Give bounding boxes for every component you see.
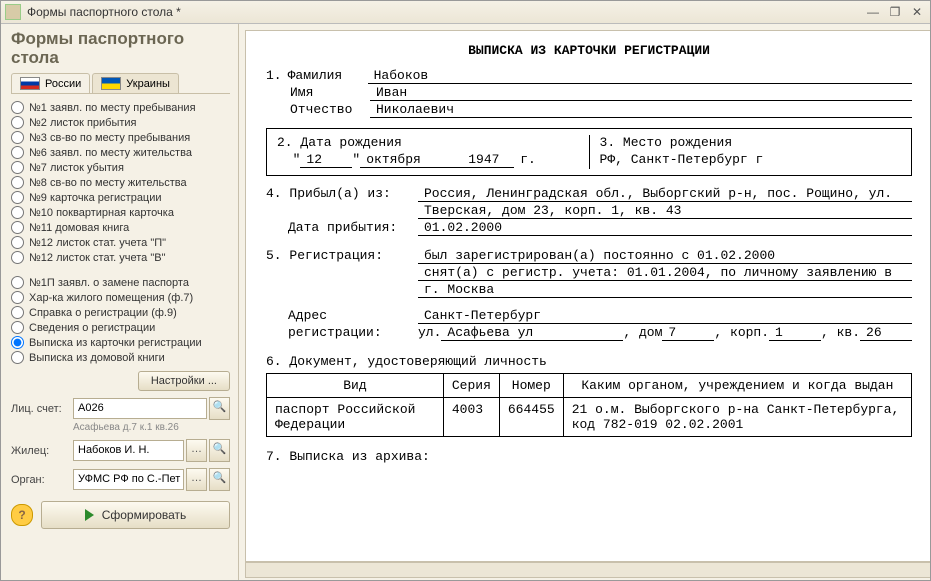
titlebar: Формы паспортного стола * — ❐ ✕ — [1, 1, 930, 24]
value-pob: РФ, Санкт-Петербург г — [600, 152, 902, 167]
help-button[interactable]: ? — [11, 504, 33, 526]
value-surname: Набоков — [368, 68, 912, 84]
flag-ukraine-icon — [101, 77, 121, 90]
value-reg-house: 7 — [662, 325, 714, 341]
maximize-button[interactable]: ❐ — [886, 5, 904, 19]
table-row: паспорт Российской Федерации 4003 664455… — [267, 398, 912, 437]
play-icon — [85, 509, 94, 521]
tab-russia[interactable]: России — [11, 73, 90, 93]
form-radio-b-2[interactable]: Справка о регистрации (ф.9) — [11, 305, 230, 320]
value-arrived-from-1: Россия, Ленинградская обл., Выборгский р… — [418, 186, 912, 202]
organ-lookup-button[interactable]: 🔍 — [209, 468, 230, 491]
app-icon — [5, 4, 21, 20]
preview-pane: ВЫПИСКА ИЗ КАРТОЧКИ РЕГИСТРАЦИИ 1.Фамили… — [239, 24, 930, 580]
form-radio-b-3[interactable]: Сведения о регистрации — [11, 320, 230, 335]
identity-doc-table: Вид Серия Номер Каким органом, учреждени… — [266, 373, 912, 437]
sidebar-heading: Формы паспортного стола — [11, 30, 230, 67]
form-radio-a-4[interactable]: №7 листок убытия — [11, 160, 230, 175]
form-radio-a-2[interactable]: №3 св-во по месту пребывания — [11, 130, 230, 145]
sidebar: Формы паспортного стола России Украины №… — [1, 24, 239, 580]
doc-title: ВЫПИСКА ИЗ КАРТОЧКИ РЕГИСТРАЦИИ — [266, 43, 912, 58]
value-reg-1: был зарегистрирован(а) постоянно с 01.02… — [418, 248, 912, 264]
organ-more-button[interactable]: … — [186, 468, 207, 491]
form-radio-a-6[interactable]: №9 карточка регистрации — [11, 190, 230, 205]
account-lookup-button[interactable]: 🔍 — [209, 397, 230, 420]
tab-ukraine[interactable]: Украины — [92, 73, 179, 93]
form-radio-a-0[interactable]: №1 заявл. по месту пребывания — [11, 100, 230, 115]
form-radio-a-7[interactable]: №10 поквартирная карточка — [11, 205, 230, 220]
organ-label: Орган: — [11, 474, 73, 486]
flag-russia-icon — [20, 77, 40, 90]
app-window: Формы паспортного стола * — ❐ ✕ Формы па… — [0, 0, 931, 581]
tenant-label: Жилец: — [11, 445, 73, 457]
account-hint: Асафьева д.7 к.1 кв.26 — [73, 422, 230, 433]
form-radio-b-0[interactable]: №1П заявл. о замене паспорта — [11, 275, 230, 290]
form-radio-a-9[interactable]: №12 листок стат. учета "П" — [11, 235, 230, 250]
organ-row: Орган: УФМС РФ по С.-Пет … 🔍 — [11, 468, 230, 491]
form-radio-b-1[interactable]: Хар-ка жилого помещения (ф.7) — [11, 290, 230, 305]
minimize-button[interactable]: — — [864, 5, 882, 19]
form-radio-a-8[interactable]: №11 домовая книга — [11, 220, 230, 235]
value-arrival-date: 01.02.2000 — [418, 220, 912, 236]
tenant-more-button[interactable]: … — [186, 439, 207, 462]
form-radio-a-10[interactable]: №12 листок стат. учета "В" — [11, 250, 230, 265]
form-radio-a-5[interactable]: №8 св-во по месту жительства — [11, 175, 230, 190]
tenant-lookup-button[interactable]: 🔍 — [209, 439, 230, 462]
birth-box: 2. Дата рождения " 12 " октября 1947 г. … — [266, 128, 912, 176]
window-title: Формы паспортного стола * — [27, 5, 181, 19]
document-paper: ВЫПИСКА ИЗ КАРТОЧКИ РЕГИСТРАЦИИ 1.Фамили… — [245, 30, 930, 562]
form-radio-b-5[interactable]: Выписка из домовой книги — [11, 350, 230, 365]
value-reg-street: Асафьева ул — [441, 325, 623, 341]
value-reg-3: г. Москва — [418, 282, 912, 298]
generate-button[interactable]: Сформировать — [41, 501, 230, 529]
close-button[interactable]: ✕ — [908, 5, 926, 19]
value-reg-flat: 26 — [860, 325, 912, 341]
settings-button[interactable]: Настройки ... — [138, 371, 230, 391]
form-radio-list: №1 заявл. по месту пребывания№2 листок п… — [11, 100, 230, 365]
form-radio-b-4[interactable]: Выписка из карточки регистрации — [11, 335, 230, 350]
value-dob-day: 12 — [300, 152, 352, 168]
tenant-row: Жилец: Набоков И. Н. … 🔍 — [11, 439, 230, 462]
horizontal-scrollbar[interactable] — [245, 562, 930, 578]
value-arrived-from-2: Тверская, дом 23, корп. 1, кв. 43 — [418, 203, 912, 219]
account-label: Лиц. счет: — [11, 403, 73, 415]
account-row: Лиц. счет: A026 🔍 — [11, 397, 230, 420]
value-dob-month: октября — [360, 152, 462, 168]
form-radio-a-1[interactable]: №2 листок прибытия — [11, 115, 230, 130]
value-reg-2: снят(а) с регистр. учета: 01.01.2004, по… — [418, 265, 912, 281]
tenant-input[interactable]: Набоков И. Н. — [73, 440, 184, 461]
value-patronymic: Николаевич — [370, 102, 912, 118]
form-radio-a-3[interactable]: №6 заявл. по месту жительства — [11, 145, 230, 160]
value-dob-year: 1947 — [462, 152, 514, 168]
value-name: Иван — [370, 85, 912, 101]
country-tabs: России Украины — [11, 73, 230, 94]
account-input[interactable]: A026 — [73, 398, 207, 419]
value-reg-korp: 1 — [769, 325, 821, 341]
organ-input[interactable]: УФМС РФ по С.-Пет — [73, 469, 184, 490]
value-reg-city: Санкт-Петербург — [418, 308, 912, 324]
